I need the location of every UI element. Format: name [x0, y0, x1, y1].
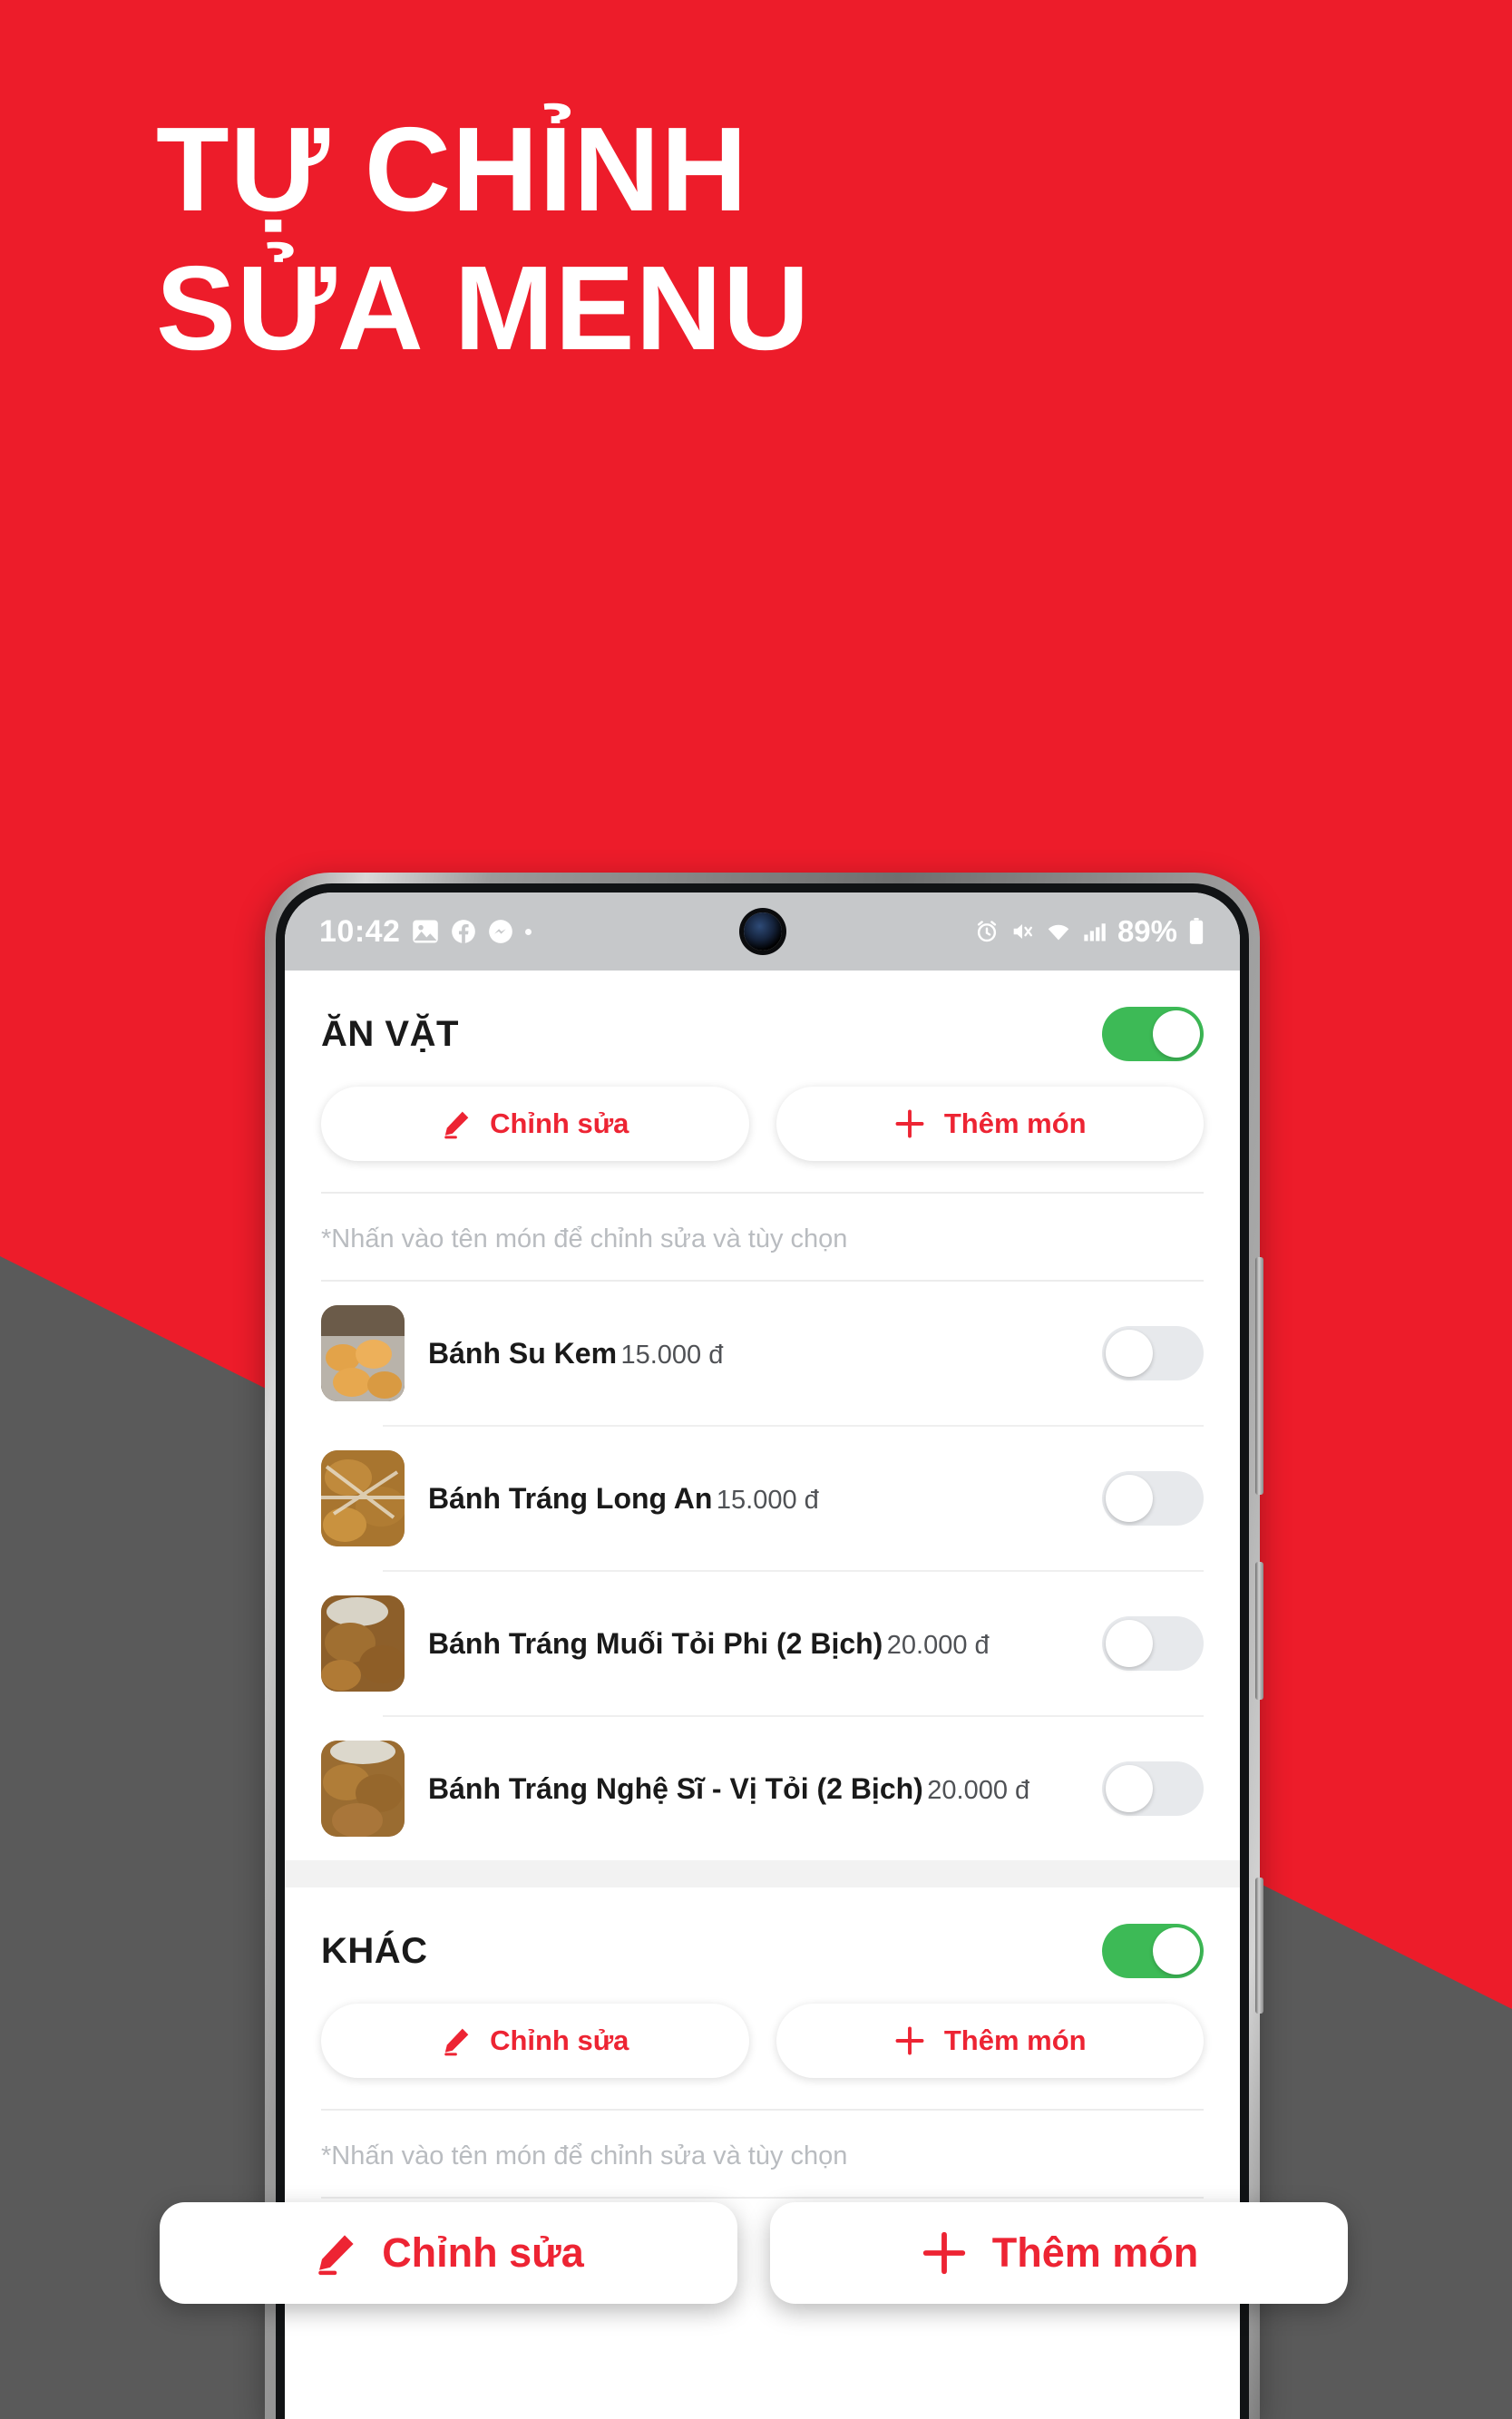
status-bar-left: 10:42 — [319, 914, 532, 950]
add-item-button[interactable]: Thêm món — [776, 2004, 1204, 2078]
mute-icon — [1010, 919, 1035, 944]
menu-editor-screen: ĂN VẶT Chỉnh sửa Thêm món *Nhấn vào tên … — [285, 971, 1240, 2199]
status-time: 10:42 — [319, 913, 401, 949]
list-item[interactable]: Bánh Su Kem 15.000 đ — [285, 1282, 1240, 1425]
section-separator — [285, 1860, 1240, 1887]
edit-button[interactable]: Chỉnh sửa — [321, 1087, 749, 1161]
wifi-icon — [1045, 919, 1072, 944]
callout-edit-label: Chỉnh sửa — [382, 2229, 584, 2276]
toggle-knob — [1106, 1620, 1153, 1667]
food-price: 20.000 đ — [886, 1630, 990, 1660]
phone-screen: 10:42 89% ĂN VẶT Chỉnh sửa Thêm món *Nhấ… — [285, 892, 1240, 2419]
food-price: 15.000 đ — [716, 1485, 819, 1515]
battery-percent: 89% — [1117, 914, 1177, 948]
food-price: 20.000 đ — [927, 1775, 1030, 1805]
section-title: ĂN VẶT — [321, 1013, 459, 1054]
plus-icon — [893, 2024, 926, 2057]
food-thumbnail — [321, 1595, 405, 1692]
signal-icon — [1082, 919, 1107, 944]
section-title: KHÁC — [321, 1930, 428, 1971]
facebook-icon — [451, 919, 476, 944]
food-info: Bánh Tráng Muối Tỏi Phi (2 Bịch) 20.000 … — [428, 1626, 1078, 1661]
list-item[interactable]: Bánh Tráng Nghệ Sĩ - Vị Tỏi (2 Bịch) 20.… — [285, 1717, 1240, 1860]
edit-button-label: Chỉnh sửa — [490, 1107, 629, 1139]
add-item-button-label: Thêm món — [943, 2024, 1087, 2056]
messenger-icon — [488, 919, 513, 944]
add-item-button[interactable]: Thêm món — [776, 1087, 1204, 1161]
plus-icon — [920, 2229, 969, 2278]
section-toggle-khac[interactable] — [1102, 1924, 1204, 1978]
status-bar-right: 89% — [974, 914, 1205, 949]
alarm-icon — [974, 919, 1000, 944]
gallery-icon — [412, 919, 439, 944]
food-thumbnail — [321, 1305, 405, 1401]
toggle-knob — [1153, 1010, 1200, 1058]
front-camera-icon — [743, 912, 782, 951]
pencil-icon — [313, 2230, 358, 2276]
toggle-knob — [1153, 1927, 1200, 1975]
list-item[interactable]: Bánh Tráng Muối Tỏi Phi (2 Bịch) 20.000 … — [285, 1572, 1240, 1715]
item-toggle[interactable] — [1102, 1761, 1204, 1816]
list-item[interactable]: Bánh Tráng Long An 15.000 đ — [285, 1427, 1240, 1570]
food-name: Bánh Tráng Long An — [428, 1481, 713, 1515]
status-bar: 10:42 89% — [285, 892, 1240, 971]
edit-button-label: Chỉnh sửa — [490, 2024, 629, 2056]
divider — [321, 2197, 1204, 2199]
phone-side-button[interactable] — [1255, 1878, 1263, 2014]
callout-buttons: Chỉnh sửa Thêm món — [160, 2202, 1348, 2304]
section-actions-an-vat: Chỉnh sửa Thêm món — [285, 1087, 1240, 1192]
plus-icon — [893, 1107, 926, 1140]
phone-power-button[interactable] — [1255, 1562, 1263, 1700]
food-info: Bánh Su Kem 15.000 đ — [428, 1336, 1078, 1370]
toggle-knob — [1106, 1475, 1153, 1522]
headline-line-2: SỬA MENU — [156, 241, 811, 376]
food-name: Bánh Su Kem — [428, 1336, 618, 1370]
food-price: 15.000 đ — [620, 1340, 724, 1370]
item-toggle[interactable] — [1102, 1616, 1204, 1671]
callout-edit-button[interactable]: Chỉnh sửa — [160, 2202, 737, 2304]
food-info: Bánh Tráng Long An 15.000 đ — [428, 1481, 1078, 1516]
section-header-khac: KHÁC — [285, 1887, 1240, 2004]
page-title: TỰ CHỈNH SỬA MENU — [156, 100, 810, 377]
food-name: Bánh Tráng Nghệ Sĩ - Vị Tỏi (2 Bịch) — [428, 1771, 923, 1805]
headline-line-1: TỰ CHỈNH — [156, 102, 748, 236]
phone-volume-button[interactable] — [1255, 1257, 1263, 1495]
phone-mockup: 10:42 89% ĂN VẶT Chỉnh sửa Thêm món *Nhấ… — [265, 873, 1263, 2419]
item-toggle[interactable] — [1102, 1326, 1204, 1380]
section-toggle-an-vat[interactable] — [1102, 1007, 1204, 1061]
section-actions-khac: Chỉnh sửa Thêm món — [285, 2004, 1240, 2109]
callout-add-button[interactable]: Thêm món — [770, 2202, 1348, 2304]
food-thumbnail — [321, 1450, 405, 1546]
pencil-icon — [441, 1108, 472, 1139]
pencil-icon — [441, 2025, 472, 2056]
food-thumbnail — [321, 1741, 405, 1837]
toggle-knob — [1106, 1765, 1153, 1812]
toggle-knob — [1106, 1330, 1153, 1377]
item-toggle[interactable] — [1102, 1471, 1204, 1526]
callout-add-label: Thêm món — [991, 2229, 1199, 2276]
food-name: Bánh Tráng Muối Tỏi Phi (2 Bịch) — [428, 1626, 883, 1660]
battery-icon — [1187, 918, 1205, 945]
section-hint: *Nhấn vào tên món để chỉnh sửa và tùy ch… — [321, 1224, 848, 1253]
edit-button[interactable]: Chỉnh sửa — [321, 2004, 749, 2078]
section-header-an-vat: ĂN VẶT — [285, 971, 1240, 1087]
add-item-button-label: Thêm món — [943, 1107, 1087, 1139]
section-hint: *Nhấn vào tên món để chỉnh sửa và tùy ch… — [321, 2141, 848, 2170]
food-info: Bánh Tráng Nghệ Sĩ - Vị Tỏi (2 Bịch) 20.… — [428, 1771, 1078, 1806]
dot-icon — [525, 928, 532, 935]
